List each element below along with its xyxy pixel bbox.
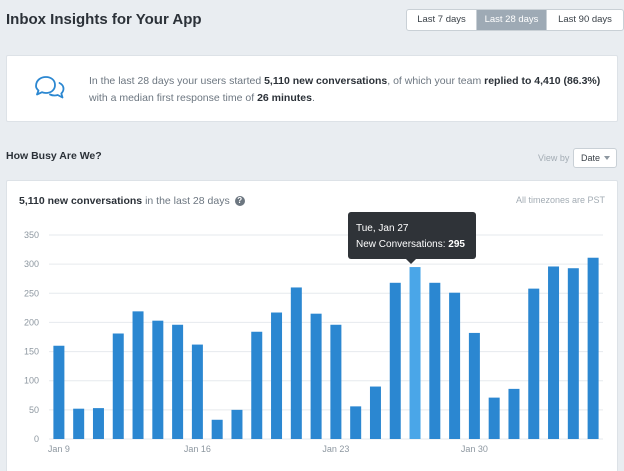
chart-bar[interactable] [271, 312, 283, 439]
y-tick-label: 350 [24, 230, 39, 240]
range-last-7-days-button[interactable]: Last 7 days [407, 10, 477, 30]
chart-bar[interactable] [112, 333, 124, 439]
chart-bar[interactable] [191, 344, 203, 439]
chart-bar[interactable] [290, 287, 302, 439]
median-response-time: 26 minutes [257, 92, 312, 104]
chart-bar[interactable] [468, 332, 480, 439]
chart-bar[interactable] [508, 388, 520, 439]
chart-bar[interactable] [488, 397, 500, 439]
chart-bar[interactable] [92, 408, 104, 439]
date-range-selector: Last 7 days Last 28 days Last 90 days [406, 9, 624, 31]
chart-bar[interactable] [251, 331, 263, 439]
chart-bar[interactable] [567, 268, 579, 439]
chevron-down-icon [604, 156, 610, 160]
y-tick-label: 150 [24, 347, 39, 357]
chart-bar[interactable] [310, 313, 322, 439]
summary-card: In the last 28 days your users started 5… [6, 55, 618, 122]
view-by-label: View by [538, 153, 570, 163]
chart-card: 5,110 new conversations in the last 28 d… [6, 180, 618, 471]
x-tick-label: Jan 9 [48, 444, 70, 454]
chart-tooltip: Tue, Jan 27 New Conversations: 295 [348, 212, 476, 264]
y-tick-label: 0 [34, 434, 39, 444]
x-tick-label: Jan 16 [184, 444, 211, 454]
chart-bar[interactable] [429, 282, 441, 439]
new-conversations-count: 5,110 new conversations [264, 75, 388, 87]
y-tick-label: 300 [24, 259, 39, 269]
x-tick-label: Jan 30 [461, 444, 488, 454]
range-last-90-days-button[interactable]: Last 90 days [547, 10, 623, 30]
view-by-value: Date [581, 153, 601, 163]
chart-bar[interactable] [53, 345, 65, 439]
conversations-bar-chart: 0 50 100 150 200 250 300 350 Jan 9 Jan 16 Jan 23 Ja… [24, 230, 603, 454]
chart-bar[interactable] [350, 406, 362, 439]
summary-text: In the last 28 days your users started 5… [89, 75, 601, 104]
chart-bar[interactable] [548, 266, 560, 439]
chart-bar[interactable] [211, 419, 223, 439]
chart-bar[interactable] [152, 320, 164, 439]
replied-count: replied to 4,410 (86.3%) [484, 75, 601, 87]
tooltip-date: Tue, Jan 27 [356, 223, 409, 234]
chart-bar[interactable] [73, 408, 85, 439]
page-title: Inbox Insights for Your App [6, 11, 202, 28]
range-last-28-days-button[interactable]: Last 28 days [477, 10, 547, 30]
section-title: How Busy Are We? [6, 150, 102, 162]
chart-bar[interactable] [172, 324, 184, 439]
chart-bar[interactable] [528, 288, 540, 439]
tooltip-value: 295 [448, 239, 465, 250]
chart-bar[interactable] [389, 282, 401, 439]
chart-bar[interactable] [409, 267, 421, 439]
tooltip-line: New Conversations: 295 [356, 239, 465, 250]
y-tick-label: 250 [24, 288, 39, 298]
y-tick-label: 50 [29, 405, 39, 415]
chart-bar[interactable] [587, 257, 599, 439]
chart-bar[interactable] [449, 292, 461, 439]
chart-bar[interactable] [330, 324, 342, 439]
y-tick-label: 100 [24, 376, 39, 386]
view-by-select[interactable]: Date [573, 148, 617, 168]
chart-bar[interactable] [132, 311, 144, 439]
x-tick-label: Jan 23 [322, 444, 349, 454]
chat-bubbles-icon [35, 76, 65, 99]
chart-bar[interactable] [369, 386, 381, 439]
y-tick-label: 200 [24, 317, 39, 327]
chart-bar[interactable] [231, 409, 243, 439]
